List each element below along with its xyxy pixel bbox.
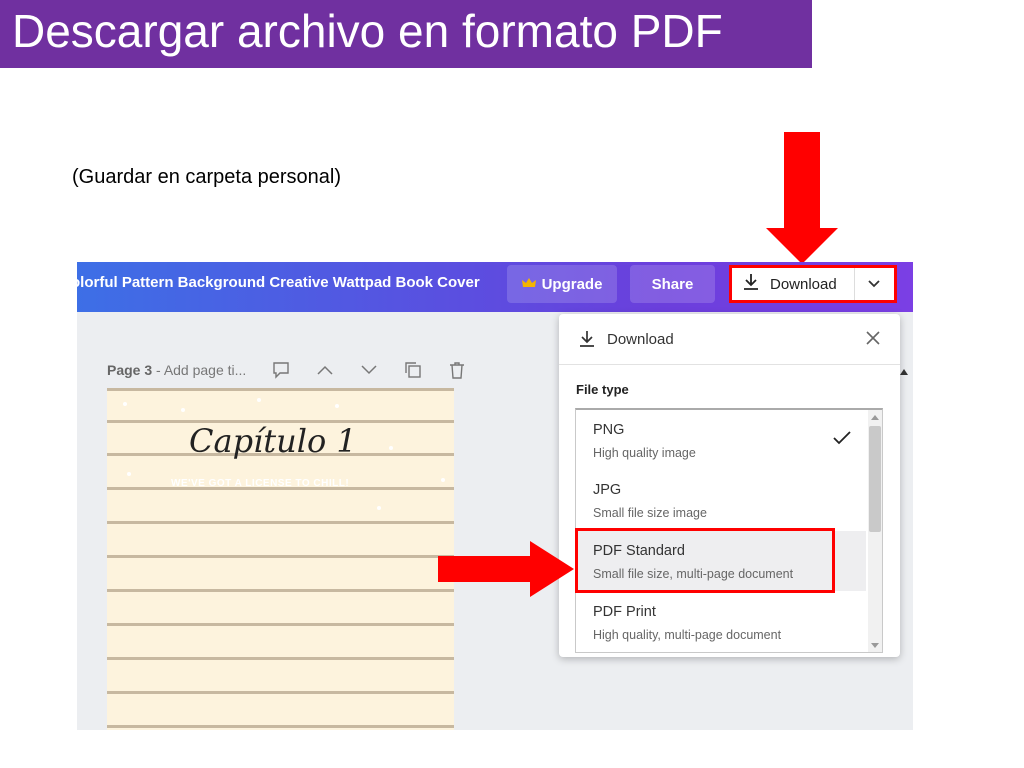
page-ruled-line xyxy=(107,388,454,391)
file-type-option-jpg[interactable]: JPG Small file size image xyxy=(576,470,866,530)
upgrade-label: Upgrade xyxy=(541,275,603,293)
scroll-up-arrow-icon[interactable] xyxy=(871,415,879,420)
sparkle-dot xyxy=(335,404,339,408)
sparkle-dot xyxy=(123,402,127,406)
share-label: Share xyxy=(651,275,694,293)
option-description: High quality, multi-page document xyxy=(593,628,782,642)
slide-title: Descargar archivo en formato PDF xyxy=(12,5,723,57)
scroll-up-indicator xyxy=(900,369,908,375)
page-tagline: WE'VE GOT A LICENSE TO CHILL! xyxy=(171,478,350,489)
close-icon[interactable] xyxy=(864,329,882,347)
page-label-group: Page 3 - Add page ti... xyxy=(107,362,246,378)
page-ruled-line xyxy=(107,623,454,626)
sparkle-dot xyxy=(257,398,261,402)
file-type-label: File type xyxy=(576,382,629,397)
page-number-label: Page 3 xyxy=(107,362,153,378)
chevron-down-icon[interactable] xyxy=(360,361,378,379)
page-label-separator: - xyxy=(152,362,164,378)
option-name: PDF Print xyxy=(593,604,656,620)
download-label: Download xyxy=(770,275,837,293)
option-name: JPG xyxy=(593,482,622,498)
file-type-option-pdf-print[interactable]: PDF Print High quality, multi-page docum… xyxy=(576,592,866,652)
sparkle-dot xyxy=(181,408,185,412)
download-button-group: Download xyxy=(729,265,897,303)
sparkle-dot xyxy=(377,506,381,510)
scrollbar-thumb[interactable] xyxy=(869,426,881,532)
page-ruled-line xyxy=(107,657,454,660)
option-description: Small file size image xyxy=(593,506,707,520)
download-panel-header: Download xyxy=(559,314,900,365)
design-page-canvas[interactable]: Capítulo 1 WE'VE GOT A LICENSE TO CHILL! xyxy=(107,388,454,730)
upgrade-button[interactable]: Upgrade xyxy=(507,265,617,303)
slide-subtitle: (Guardar en carpeta personal) xyxy=(72,166,342,188)
editor-top-bar: olorful Pattern Background Creative Watt… xyxy=(77,262,913,312)
red-arrow-right-icon xyxy=(438,541,574,597)
document-title[interactable]: olorful Pattern Background Creative Watt… xyxy=(77,262,480,312)
option-description: High quality image xyxy=(593,446,696,460)
download-panel-title: Download xyxy=(607,330,674,348)
page-ruled-line xyxy=(107,725,454,728)
download-icon xyxy=(577,329,597,349)
chevron-down-icon xyxy=(868,275,880,293)
sparkle-dot xyxy=(127,472,131,476)
chevron-up-icon[interactable] xyxy=(316,361,334,379)
scroll-down-arrow-icon[interactable] xyxy=(871,643,879,648)
page-ruled-line xyxy=(107,691,454,694)
download-button[interactable]: Download xyxy=(732,268,855,300)
page-toolbar: Page 3 - Add page ti... xyxy=(107,358,466,382)
download-options-toggle[interactable] xyxy=(855,268,894,300)
file-type-option-png[interactable]: PNG High quality image xyxy=(576,410,866,470)
sparkle-dot xyxy=(389,446,393,450)
duplicate-icon[interactable] xyxy=(404,361,422,379)
page-title-input[interactable]: Add page ti... xyxy=(164,362,247,378)
red-arrow-down-icon xyxy=(766,132,838,264)
pdf-standard-highlight-box xyxy=(575,528,835,593)
share-button[interactable]: Share xyxy=(630,265,715,303)
page-ruled-line xyxy=(107,555,454,558)
slide-title-banner: Descargar archivo en formato PDF xyxy=(0,0,812,68)
page-ruled-line xyxy=(107,589,454,592)
sparkle-dot xyxy=(441,478,445,482)
trash-icon[interactable] xyxy=(448,361,466,379)
page-heading: Capítulo 1 xyxy=(189,422,357,460)
page-ruled-line xyxy=(107,521,454,524)
comment-icon[interactable] xyxy=(272,361,290,379)
checkmark-icon xyxy=(832,430,852,451)
download-panel: Download File type PNG High quality imag… xyxy=(559,314,900,657)
crown-icon xyxy=(521,276,536,293)
download-icon xyxy=(742,273,760,295)
option-name: PNG xyxy=(593,422,625,438)
list-scrollbar[interactable] xyxy=(868,410,882,652)
